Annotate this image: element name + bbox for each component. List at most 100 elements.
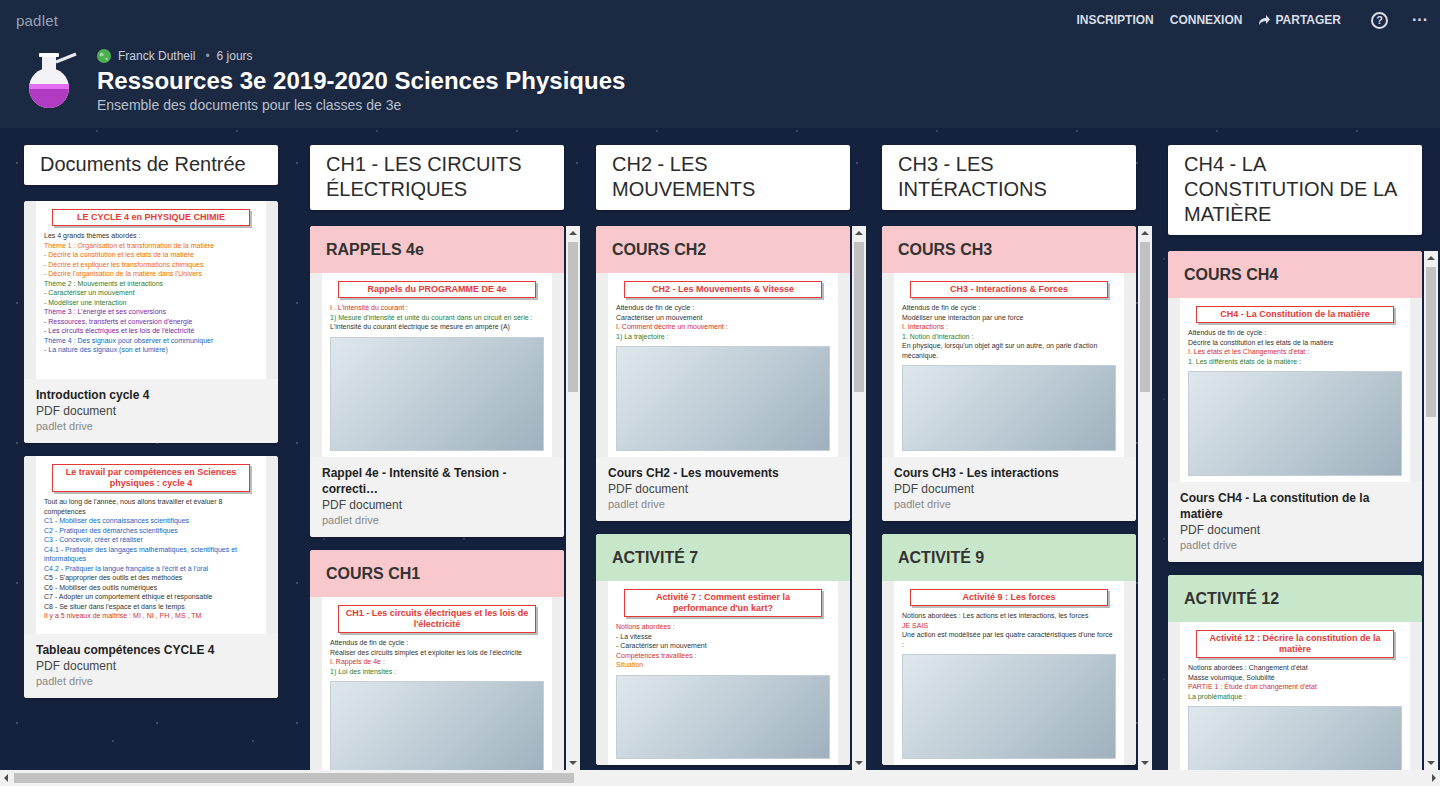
document-figure [616,675,830,760]
document-figure [616,346,830,451]
document-thumbnail[interactable]: CH4 - La Constitution de la matière Atte… [1168,298,1422,482]
section-header: ACTIVITÉ 9 [882,534,1136,581]
scroll-up-icon[interactable] [569,231,577,235]
padlet-card[interactable]: LE CYCLE 4 en PHYSIQUE CHIMIE Les 4 gran… [24,201,278,443]
document-line: Modéliser une interaction par une force [902,313,1116,323]
document-page: Le travail par compétences en Sciences p… [36,456,266,634]
help-button[interactable]: ? [1371,12,1388,29]
scroll-left-icon[interactable] [4,774,8,782]
padlet-card[interactable]: ACTIVITÉ 7 Activité 7 : Comment estimer … [596,534,850,765]
attachment-title: Introduction cycle 4 [36,387,266,403]
attachment-meta: Cours CH2 - Les mouvements PDF document … [596,457,850,521]
document-line: Thème 1 : Organisation et transformation… [44,241,258,251]
section-header: RAPPELS 4e [310,226,564,273]
document-figure [330,681,544,770]
document-thumbnail[interactable]: CH3 - Interactions & Forces Attendus de … [882,273,1136,457]
document-line: I. Les états et les Changements d'état : [1188,347,1402,357]
scroll-down-icon[interactable] [1427,761,1435,765]
scroll-thumb[interactable] [568,242,578,392]
attachment-type: PDF document [894,481,1124,497]
attachment-type: PDF document [322,497,552,513]
document-line: En physique, lorsqu'un objet agit sur un… [902,341,1116,360]
document-thumbnail[interactable]: Activité 12 : Décrire la constitution de… [1168,622,1422,770]
nav-button[interactable]: INSCRIPTION [1076,13,1153,27]
document-line: Compétences travaillées : [616,651,830,661]
document-title: Activité 9 : Les forces [910,589,1108,606]
padlet-card[interactable]: COURS CH2 CH2 - Les Mouvements & Vitesse… [596,226,850,521]
horizontal-scrollbar[interactable] [0,770,1440,786]
document-line: Masse volumique, Solubilité [1188,673,1402,683]
document-line: 1) Loi des intensités : [330,667,544,677]
padlet-card[interactable]: RAPPELS 4e Rappels du PROGRAMME DE 4e I … [310,226,564,537]
scroll-up-icon[interactable] [1427,256,1435,260]
scroll-thumb[interactable] [854,242,864,392]
document-thumbnail[interactable]: LE CYCLE 4 en PHYSIQUE CHIMIE Les 4 gran… [24,201,278,379]
vertical-scrollbar[interactable] [1424,251,1438,770]
document-line: Thème 3 : L'énergie et ses conversions [44,307,258,317]
avatar-globe-icon[interactable] [97,49,111,63]
document-thumbnail[interactable]: CH2 - Les Mouvements & Vitesse Attendus … [596,273,850,457]
scroll-thumb[interactable] [1426,267,1436,417]
document-line: JE SAIS [902,621,1116,631]
attachment-source: padlet drive [894,497,1124,512]
document-line: C7 - Adopter un comportement éthique et … [44,592,258,602]
document-thumbnail[interactable]: Rappels du PROGRAMME DE 4e I . L'intensi… [310,273,564,457]
document-line: L'intensité du courant électrique se mes… [330,322,544,332]
scroll-up-icon[interactable] [1141,231,1149,235]
document-line: Tout au long de l'année, nous allons tra… [44,497,258,516]
column-header: CH4 - LA CONSTITUTION DE LA MATIÈRE [1168,145,1422,235]
column-header: CH1 - LES CIRCUITS ÉLECTRIQUES [310,145,564,210]
padlet-card[interactable]: COURS CH1 CH1 - Les circuits électriques… [310,550,564,770]
scroll-up-icon[interactable] [855,231,863,235]
document-line: 1. Les différents états de la matière : [1188,357,1402,367]
more-button[interactable]: ··· [1412,11,1428,29]
document-line: C5 - S'approprier des outils et des méth… [44,573,258,583]
vertical-scrollbar[interactable] [852,226,866,770]
attachment-meta: Rappel 4e - Intensité & Tension - correc… [310,457,564,537]
document-thumbnail[interactable]: CH1 - Les circuits électriques et les lo… [310,597,564,770]
document-title: CH1 - Les circuits électriques et les lo… [338,605,536,633]
author-name[interactable]: Franck Dutheil [118,49,195,63]
document-line: Attendus de fin de cycle : [1188,328,1402,338]
board-column: CH4 - LA CONSTITUTION DE LA MATIÈRE COUR… [1168,145,1438,770]
attachment-title: Tableau compétences CYCLE 4 [36,642,266,658]
document-line: Attendus de fin de cycle : [616,303,830,313]
scroll-thumb[interactable] [1140,242,1150,392]
document-thumbnail[interactable]: Activité 7 : Comment estimer la performa… [596,581,850,765]
scroll-down-icon[interactable] [1141,761,1149,765]
padlet-card[interactable]: Le travail par compétences en Sciences p… [24,456,278,698]
column-list: COURS CH2 CH2 - Les Mouvements & Vitesse… [596,226,866,770]
column-list: LE CYCLE 4 en PHYSIQUE CHIMIE Les 4 gran… [24,201,294,770]
vertical-scrollbar[interactable] [566,226,580,770]
share-button[interactable]: PARTAGER [1258,13,1341,27]
card-list: COURS CH4 CH4 - La Constitution de la ma… [1168,251,1422,770]
document-figure [902,654,1116,759]
document-line: - Décrire la constitution et les états d… [44,250,258,260]
nav-button[interactable]: CONNEXION [1170,13,1243,27]
scroll-right-icon[interactable] [1432,774,1436,782]
document-line: I. Comment décrire un mouvement : [616,322,830,332]
document-line: La problématique : [1188,692,1402,702]
section-header: ACTIVITÉ 12 [1168,575,1422,622]
document-thumbnail[interactable]: Le travail par compétences en Sciences p… [24,456,278,634]
card-list: LE CYCLE 4 en PHYSIQUE CHIMIE Les 4 gran… [24,201,278,770]
scroll-down-icon[interactable] [569,761,577,765]
board-meta: Franck Dutheil • 6 jours Ressources 3e 2… [97,46,625,114]
column-header: CH3 - LES INTÉRACTIONS [882,145,1136,210]
document-line: 1) La trajectoire : [616,332,830,342]
padlet-logo[interactable]: padlet [16,12,58,29]
padlet-card[interactable]: COURS CH4 CH4 - La Constitution de la ma… [1168,251,1422,562]
scroll-thumb[interactable] [14,773,574,783]
document-line: C1 - Mobiliser des connaissances scienti… [44,516,258,526]
document-thumbnail[interactable]: Activité 9 : Les forces Notions abordées… [882,581,1136,765]
padlet-card[interactable]: COURS CH3 CH3 - Interactions & Forces At… [882,226,1136,521]
post-age: 6 jours [217,49,253,63]
padlet-card[interactable]: ACTIVITÉ 12 Activité 12 : Décrire la con… [1168,575,1422,770]
attachment-source: padlet drive [608,497,838,512]
document-figure [902,365,1116,451]
vertical-scrollbar[interactable] [1138,226,1152,770]
scroll-down-icon[interactable] [855,761,863,765]
document-title: Activité 12 : Décrire la constitution de… [1196,630,1394,658]
padlet-card[interactable]: ACTIVITÉ 9 Activité 9 : Les forces Notio… [882,534,1136,765]
board-columns: Documents de Rentrée LE CYCLE 4 en PHYSI… [0,128,1440,770]
